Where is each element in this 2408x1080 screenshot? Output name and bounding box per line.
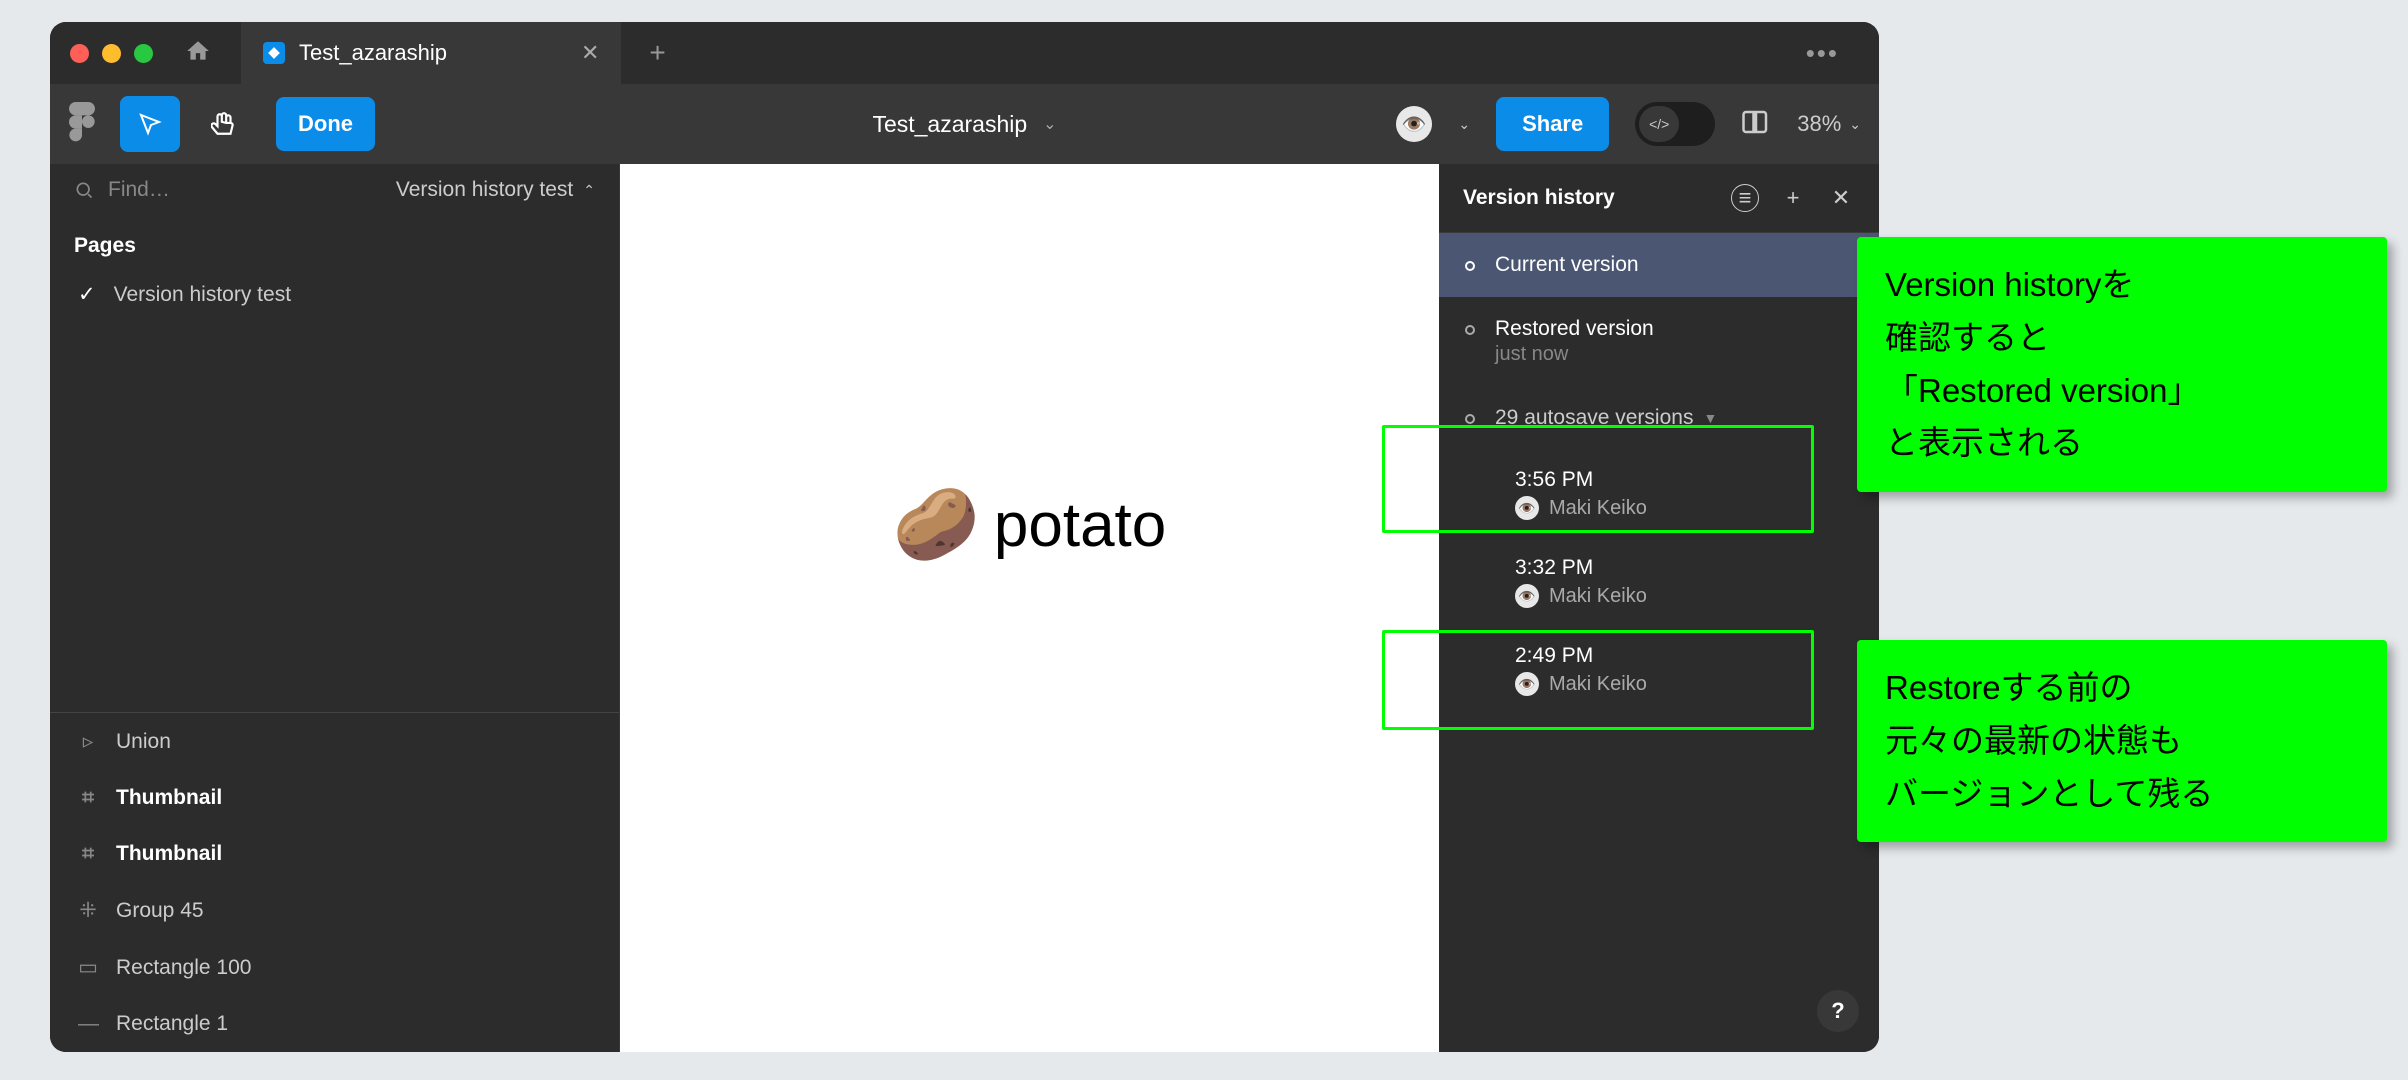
author-avatar: 👁️ [1515, 672, 1539, 696]
author-avatar: 👁️ [1515, 584, 1539, 608]
chevron-down-icon: ⌄ [1043, 114, 1056, 134]
canvas[interactable]: 🥔 potato [620, 164, 1439, 1052]
page-selector[interactable]: Version history test ⌃ [396, 178, 595, 202]
panel-header: Version history ≡ + ✕ [1439, 164, 1879, 233]
group-icon: ⁜ [78, 898, 98, 923]
version-history-panel: Version history ≡ + ✕ Current version Re… [1439, 164, 1879, 1052]
done-button[interactable]: Done [276, 97, 375, 151]
search-icon [74, 180, 94, 200]
layer-union[interactable]: ▹Union [50, 713, 619, 770]
version-entry[interactable]: 2:49 PM 👁️Maki Keiko [1439, 626, 1879, 714]
triangle-down-icon: ▼ [1703, 410, 1717, 426]
add-icon[interactable]: + [1779, 184, 1807, 212]
annotation-1: Version historyを 確認すると 「Restored version… [1857, 237, 2387, 492]
close-icon[interactable]: ✕ [1827, 184, 1855, 212]
layer-rectangle[interactable]: —Rectangle 1 [50, 996, 619, 1052]
search-input[interactable]: Find… [74, 178, 170, 202]
version-current[interactable]: Current version [1439, 233, 1879, 297]
author-avatar: 👁️ [1515, 496, 1539, 520]
filter-icon[interactable]: ≡ [1731, 184, 1759, 212]
more-icon[interactable]: ••• [1806, 38, 1839, 69]
check-icon: ✓ [78, 282, 96, 307]
file-icon [263, 42, 285, 64]
version-entry[interactable]: 3:56 PM 👁️Maki Keiko [1439, 450, 1879, 538]
main-body: Find… Version history test ⌃ Pages ✓ Ver… [50, 164, 1879, 1052]
layer-thumbnail[interactable]: ⌗Thumbnail [50, 770, 619, 826]
share-button[interactable]: Share [1496, 97, 1609, 151]
panel-title: Version history [1463, 186, 1711, 210]
cursor-icon: ▹ [78, 729, 98, 754]
chevron-down-icon: ⌄ [1849, 116, 1861, 133]
right-tools: 👁️ ⌄ Share </> 38% ⌄ [1396, 97, 1861, 151]
present-icon[interactable] [1741, 107, 1771, 142]
zoom-level[interactable]: 38% ⌄ [1797, 111, 1861, 137]
pages-header: Pages [50, 216, 619, 268]
figma-logo-icon[interactable] [68, 102, 96, 147]
user-avatar[interactable]: 👁️ [1396, 106, 1432, 142]
app-window: Test_azaraship ✕ + ••• Done Test_azarash… [50, 22, 1879, 1052]
version-entry[interactable]: 3:32 PM 👁️Maki Keiko [1439, 538, 1879, 626]
layer-group[interactable]: ⁜Group 45 [50, 882, 619, 939]
chevron-up-icon: ⌃ [583, 182, 595, 199]
home-icon[interactable] [185, 38, 211, 69]
code-icon: </> [1639, 106, 1679, 142]
minimize-window[interactable] [102, 44, 121, 63]
search-row: Find… Version history test ⌃ [50, 164, 619, 216]
file-tab[interactable]: Test_azaraship ✕ [241, 22, 621, 84]
left-panel: Find… Version history test ⌃ Pages ✓ Ver… [50, 164, 620, 1052]
titlebar: Test_azaraship ✕ + ••• [50, 22, 1879, 84]
close-window[interactable] [70, 44, 89, 63]
move-tool-icon[interactable] [120, 96, 180, 152]
layers-list: ▹Union ⌗Thumbnail ⌗Thumbnail ⁜Group 45 ▭… [50, 712, 619, 1052]
potato-emoji: 🥔 [893, 484, 980, 566]
rect-icon: ▭ [78, 955, 98, 980]
chevron-down-icon[interactable]: ⌄ [1458, 116, 1470, 133]
bullet-icon [1465, 414, 1475, 424]
bullet-icon [1465, 261, 1475, 271]
hand-tool-icon[interactable] [194, 96, 254, 152]
tab-title: Test_azaraship [299, 40, 447, 66]
frame-icon: ⌗ [78, 842, 98, 866]
version-restored[interactable]: Restored version just now [1439, 297, 1879, 386]
toolbar: Done Test_azaraship ⌄ 👁️ ⌄ Share </> 38%… [50, 84, 1879, 164]
new-tab-icon[interactable]: + [649, 37, 665, 69]
annotation-2: Restoreする前の 元々の最新の状態も バージョンとして残る [1857, 640, 2387, 842]
document-title[interactable]: Test_azaraship ⌄ [872, 111, 1056, 138]
bullet-icon [1465, 325, 1475, 335]
autosave-group[interactable]: 29 autosave versions ▼ [1439, 386, 1879, 450]
canvas-text: potato [994, 490, 1166, 561]
maximize-window[interactable] [134, 44, 153, 63]
version-list: Current version Restored version just no… [1439, 233, 1879, 1052]
canvas-content: 🥔 potato [893, 484, 1167, 566]
layer-rectangle[interactable]: ▭Rectangle 100 [50, 939, 619, 996]
line-icon: — [78, 1012, 98, 1036]
dev-mode-toggle[interactable]: </> [1635, 102, 1715, 146]
traffic-lights [70, 44, 153, 63]
frame-icon: ⌗ [78, 786, 98, 810]
close-tab-icon[interactable]: ✕ [581, 40, 599, 66]
help-button[interactable]: ? [1817, 990, 1859, 1032]
page-item[interactable]: ✓ Version history test [50, 268, 619, 321]
layer-thumbnail[interactable]: ⌗Thumbnail [50, 826, 619, 882]
